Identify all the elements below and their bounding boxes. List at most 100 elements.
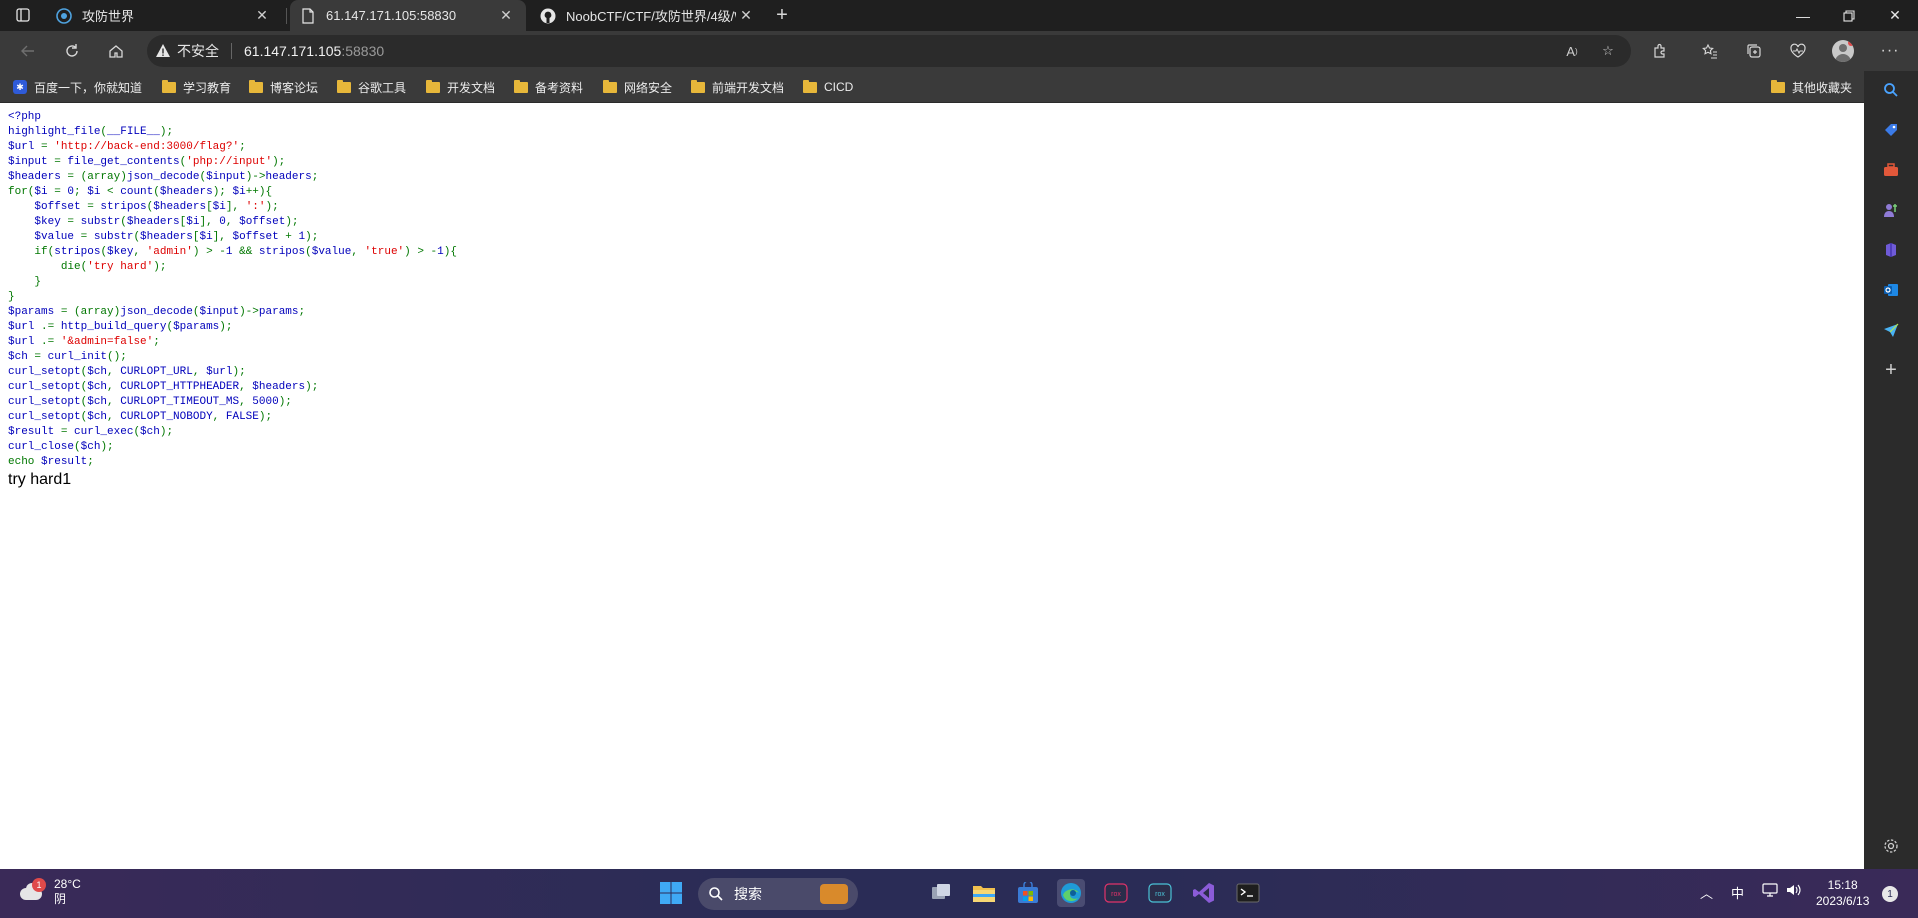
code-token: $key bbox=[34, 216, 68, 228]
code-line: $ch = curl_init(); bbox=[8, 350, 457, 365]
tab-actions-button[interactable] bbox=[9, 1, 37, 29]
taskbar-search-box[interactable]: 搜索 bbox=[698, 878, 858, 910]
code-token: $headers bbox=[159, 186, 213, 198]
sidebar-add-icon[interactable]: + bbox=[1882, 359, 1900, 381]
sidebar-games-icon[interactable] bbox=[1882, 201, 1900, 219]
code-token: $result bbox=[8, 426, 61, 438]
code-line: $headers = (array)json_decode($input)->h… bbox=[8, 170, 457, 185]
close-tab-icon[interactable]: ✕ bbox=[252, 6, 272, 26]
close-tab-icon[interactable]: ✕ bbox=[736, 6, 756, 26]
code-token: } bbox=[8, 291, 15, 303]
task-view-icon[interactable] bbox=[927, 879, 955, 907]
postman-app-icon[interactable]: rox bbox=[1102, 879, 1130, 907]
code-line: <?php bbox=[8, 110, 457, 125]
bookmark-other-favorites[interactable]: 其他收藏夹 bbox=[1771, 78, 1852, 96]
code-token: , bbox=[239, 381, 253, 393]
tab-ctf-site[interactable]: 攻防世界 ✕ bbox=[46, 0, 282, 31]
close-window-button[interactable]: ✕ bbox=[1872, 0, 1918, 31]
code-token: $offset bbox=[232, 231, 286, 243]
terminal-icon[interactable] bbox=[1234, 879, 1262, 907]
notification-badge[interactable]: 1 bbox=[1882, 886, 1898, 902]
browser-essentials-button[interactable] bbox=[1784, 37, 1812, 65]
microsoft-store-icon[interactable] bbox=[1014, 879, 1042, 907]
bookmark-label: 其他收藏夹 bbox=[1792, 80, 1853, 95]
code-token: , bbox=[107, 366, 121, 378]
code-token: echo bbox=[8, 456, 42, 468]
code-token: ); bbox=[278, 396, 292, 408]
weather-widget[interactable]: 1 28°C 阴 bbox=[18, 877, 81, 907]
sidebar-outlook-icon[interactable] bbox=[1882, 281, 1900, 299]
volume-icon[interactable] bbox=[1786, 883, 1802, 900]
sidebar-settings-icon[interactable] bbox=[1882, 837, 1900, 855]
security-warning[interactable]: 不安全 bbox=[155, 41, 219, 61]
code-token: )-> bbox=[245, 171, 266, 183]
tab-divider bbox=[286, 8, 287, 24]
bookmark-folder-dev-docs[interactable]: 开发文档 bbox=[426, 78, 495, 96]
ime-indicator[interactable]: 中 bbox=[1731, 883, 1744, 902]
sidebar-search-icon[interactable] bbox=[1882, 81, 1900, 99]
favorites-button[interactable] bbox=[1696, 37, 1724, 65]
edge-browser-icon[interactable] bbox=[1057, 879, 1085, 907]
code-token: substr bbox=[80, 216, 121, 228]
tab-current-page[interactable]: 61.147.171.105:58830 ✕ bbox=[290, 0, 526, 31]
home-icon bbox=[109, 45, 123, 58]
code-line: $value = substr($headers[$i], $offset + … bbox=[8, 230, 457, 245]
sidebar-drop-icon[interactable] bbox=[1882, 321, 1900, 339]
code-token: && bbox=[239, 246, 259, 258]
bookmark-folder-study[interactable]: 学习教育 bbox=[162, 78, 231, 96]
code-token: stripos bbox=[54, 246, 101, 258]
sidebar-tools-icon[interactable] bbox=[1882, 161, 1900, 179]
code-token: + bbox=[285, 231, 299, 243]
tray-overflow-icon[interactable]: ︿ bbox=[1700, 883, 1713, 902]
sidebar-shopping-icon[interactable] bbox=[1882, 121, 1900, 139]
code-token: ){ bbox=[443, 246, 457, 258]
folder-icon bbox=[337, 79, 351, 93]
more-dots-icon: ··· bbox=[1880, 42, 1900, 59]
minimize-button[interactable]: — bbox=[1780, 0, 1826, 31]
bookmark-folder-exam[interactable]: 备考资料 bbox=[514, 78, 583, 96]
code-line: if(stripos($key, 'admin') > -1 && stripo… bbox=[8, 245, 457, 260]
bookmark-folder-security[interactable]: 网络安全 bbox=[603, 78, 672, 96]
code-token: 'true' bbox=[364, 246, 405, 258]
bookmark-folder-cicd[interactable]: CICD bbox=[803, 78, 853, 96]
settings-more-button[interactable]: ··· bbox=[1876, 37, 1904, 65]
code-token: $ch bbox=[140, 426, 160, 438]
collections-button[interactable] bbox=[1740, 37, 1768, 65]
bookmark-folder-google-tools[interactable]: 谷歌工具 bbox=[337, 78, 406, 96]
profile-button[interactable] bbox=[1829, 37, 1857, 65]
code-token: = bbox=[60, 426, 75, 438]
start-button[interactable] bbox=[657, 879, 685, 907]
code-token: CURLOPT_HTTPHEADER bbox=[120, 381, 240, 393]
refresh-button[interactable] bbox=[58, 37, 86, 65]
favorite-star-icon[interactable]: ☆ bbox=[1599, 42, 1617, 60]
code-token: 1 bbox=[225, 246, 240, 258]
home-button[interactable] bbox=[102, 37, 130, 65]
code-token: http_build_query bbox=[60, 321, 167, 333]
favorites-list-icon bbox=[1702, 43, 1717, 59]
visual-studio-icon[interactable] bbox=[1190, 879, 1218, 907]
tab-label: 61.147.171.105:58830 bbox=[326, 8, 457, 23]
restore-button[interactable] bbox=[1826, 0, 1872, 31]
bookmark-folder-frontend[interactable]: 前端开发文档 bbox=[691, 78, 784, 96]
code-token: ) > - bbox=[404, 246, 438, 258]
windows-logo-icon bbox=[660, 882, 682, 904]
network-icon[interactable] bbox=[1762, 883, 1778, 900]
tab-github[interactable]: NoobCTF/CTF/攻防世界/4级/We ✕ bbox=[530, 0, 766, 31]
bookmark-baidu[interactable]: ✱ 百度一下，你就知道 bbox=[13, 78, 142, 96]
sidebar-office-icon[interactable] bbox=[1882, 241, 1900, 259]
back-button[interactable] bbox=[14, 37, 42, 65]
code-token: $url bbox=[8, 321, 42, 333]
new-tab-button[interactable]: + bbox=[768, 1, 796, 29]
address-bar[interactable]: 不安全 61.147.171.105:58830 A) ☆ bbox=[147, 35, 1631, 67]
extensions-button[interactable] bbox=[1646, 37, 1674, 65]
close-tab-icon[interactable]: ✕ bbox=[496, 6, 516, 26]
bookmark-folder-blogs[interactable]: 博客论坛 bbox=[249, 78, 318, 96]
code-token: curl_setopt bbox=[8, 411, 81, 423]
system-clock[interactable]: 15:18 2023/6/13 bbox=[1816, 877, 1869, 909]
file-explorer-icon[interactable] bbox=[970, 879, 998, 907]
search-widget-icon bbox=[820, 884, 848, 904]
proxy-app-icon[interactable]: rox bbox=[1146, 879, 1174, 907]
code-token: $headers bbox=[140, 231, 193, 243]
read-aloud-icon[interactable]: A) bbox=[1563, 42, 1581, 60]
